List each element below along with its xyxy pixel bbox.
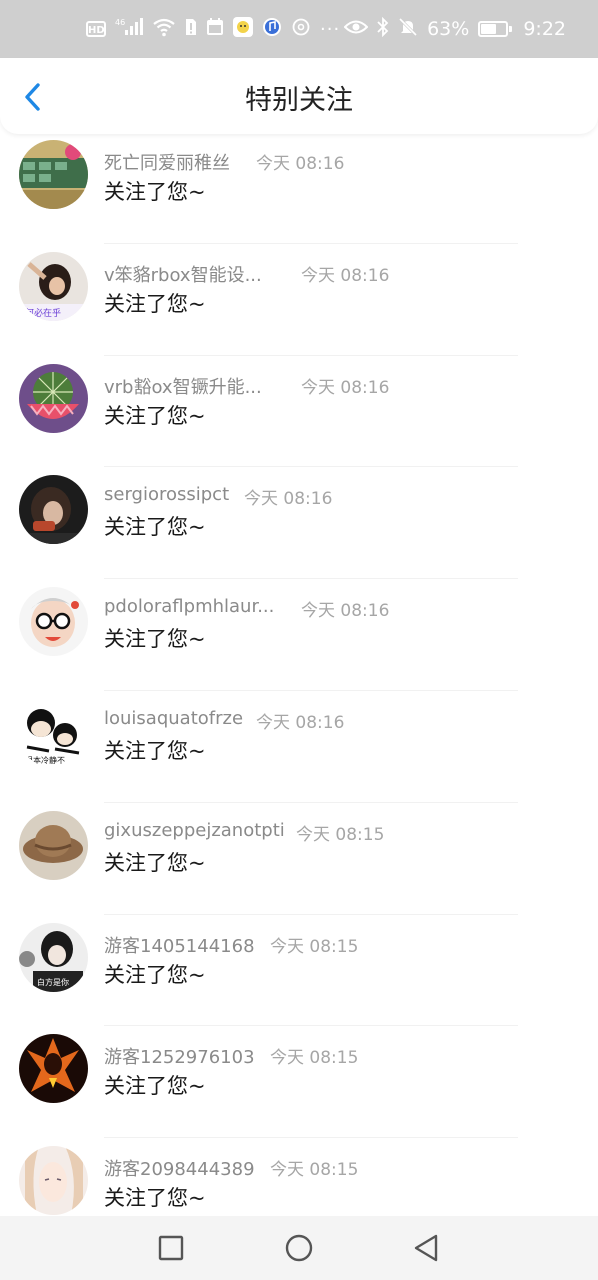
battery-fill [481,24,497,34]
user-name: gixuszeppejzanotpti [104,819,285,841]
timestamp: 今天 08:16 [256,154,345,174]
avatar[interactable]: 何必在乎 [19,251,88,321]
user-name: 游客1405144168 [104,935,255,957]
avatar[interactable] [19,475,88,545]
timestamp: 今天 08:15 [270,1160,359,1181]
list-item[interactable]: 白方是你 游客1405144168 今天 08:15 关注了您~ [0,915,598,1027]
navigation-bar [0,1216,598,1280]
user-name: 游客2098444389 [104,1159,255,1181]
avatar[interactable] [19,587,88,657]
timestamp: 今天 08:15 [270,1048,359,1069]
svg-text:根本冷静不: 根本冷静不 [25,755,65,765]
settings-icon [291,17,311,41]
timestamp: 今天 08:15 [270,936,359,957]
user-name: 死亡同爱丽稚丝 [104,153,230,174]
avatar[interactable] [19,140,88,209]
svg-text:何必在乎: 何必在乎 [25,307,61,319]
more-dots: ··· [320,18,341,40]
app-icon [233,17,253,41]
message-text: 关注了您~ [104,515,206,540]
user-name: v笨貉rbox智能设... [104,264,262,286]
list-item[interactable]: gixuszeppejzanotpti 今天 08:15 关注了您~ [0,803,598,915]
user-name: sergiorossipct [104,484,230,506]
avatar[interactable]: 根本冷静不 [19,698,88,768]
message-text: 关注了您~ [104,1074,206,1099]
message-text: 关注了您~ [104,738,206,763]
user-name: louisaquatofrze [104,707,244,729]
timestamp: 今天 08:16 [301,601,390,622]
signal-icon: 46 [115,17,143,41]
message-text: 关注了您~ [104,180,206,204]
message-text: 关注了您~ [104,962,206,987]
avatar[interactable] [19,363,88,433]
list-item[interactable]: vrb豁ox智镢升能... 今天 08:16 关注了您~ [0,356,598,468]
svg-text:白方是你: 白方是你 [37,977,69,987]
status-bar-right: 63% 9:22 [343,16,566,42]
page-header: 特别关注 [0,58,598,134]
home-button[interactable] [283,1232,315,1264]
home-icon [285,1234,313,1262]
list-item[interactable]: 游客1252976103 今天 08:15 关注了您~ [0,1026,598,1139]
avatar[interactable] [19,1034,88,1104]
mute-bell-icon [398,17,418,42]
list-item[interactable]: pdoloraflpmhlaur... 今天 08:16 关注了您~ [0,579,598,691]
list-item[interactable]: 何必在乎 v笨貉rbox智能设... 今天 08:16 关注了您~ [0,244,598,356]
avatar[interactable]: 白方是你 [19,922,88,992]
status-time: 9:22 [523,18,566,40]
bluetooth-icon [377,16,389,42]
recent-apps-button[interactable] [155,1232,187,1264]
list-item[interactable]: 根本冷静不 louisaquatofrze 今天 08:16 关注了您~ [0,691,598,803]
message-text: 关注了您~ [104,291,206,316]
timestamp: 今天 08:16 [301,377,390,398]
svg-text:46: 46 [115,18,125,27]
timestamp: 今天 08:15 [296,824,385,845]
message-text: 关注了您~ [104,403,206,428]
timestamp: 今天 08:16 [256,712,345,733]
message-text: 关注了您~ [104,850,206,875]
message-text: 关注了您~ [104,1186,206,1211]
status-bar: HD 46 ··· 63% 9:22 [0,0,598,58]
recent-apps-icon [158,1235,184,1261]
user-name: 游客1252976103 [104,1047,255,1069]
back-nav-button[interactable] [410,1232,442,1264]
avatar[interactable] [19,810,88,880]
eye-icon [343,18,369,41]
timestamp: 今天 08:16 [301,265,390,286]
hd-icon: HD [86,21,106,37]
user-name: vrb豁ox智镢升能... [104,376,262,398]
page-title: 特别关注 [245,85,353,116]
status-bar-left: HD 46 ··· [86,16,340,42]
user-name: pdoloraflpmhlaur... [104,596,275,618]
list-item[interactable]: 游客2098444389 今天 08:15 关注了您~ [0,1138,598,1216]
back-triangle-icon [414,1234,438,1262]
follower-list[interactable]: 死亡同爱丽稚丝 今天 08:16 关注了您~ 何必在乎 v笨貉rbox智能设... 今天 … [0,132,598,1216]
calendar-icon [206,17,224,41]
timestamp: 今天 08:16 [244,489,333,510]
wifi-icon [152,17,176,41]
list-item[interactable]: 死亡同爱丽稚丝 今天 08:16 关注了您~ [0,132,598,244]
battery-percent: 63% [427,18,470,40]
message-text: 关注了您~ [104,627,206,652]
battery-icon [478,21,513,37]
sim-icon [185,17,197,41]
music-app-icon [262,17,282,41]
list-item[interactable]: sergiorossipct 今天 08:16 关注了您~ [0,467,598,580]
avatar[interactable] [19,1146,88,1216]
